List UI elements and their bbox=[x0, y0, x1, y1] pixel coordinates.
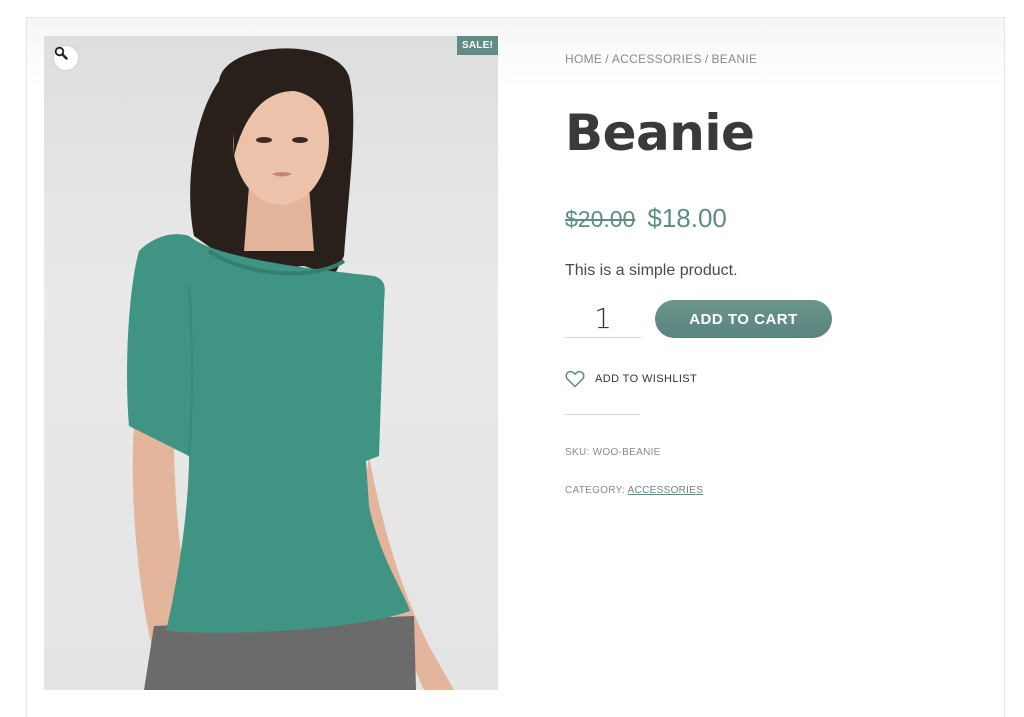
add-to-cart-button[interactable]: ADD TO CART bbox=[655, 300, 832, 338]
sku-value: WOO-BEANIE bbox=[592, 447, 661, 458]
price-sale: $18.00 bbox=[647, 203, 727, 233]
wishlist-label: ADD TO WISHLIST bbox=[595, 373, 698, 385]
product-summary: HOME / ACCESSORIES / BEANIE Beanie $20.00 $1… bbox=[565, 52, 965, 496]
sku-label: SKU: bbox=[565, 447, 590, 458]
price: $20.00 $18.00 bbox=[565, 203, 965, 234]
breadcrumb: HOME / ACCESSORIES / BEANIE bbox=[565, 52, 965, 66]
quantity-input[interactable] bbox=[565, 300, 641, 338]
breadcrumb-separator: / bbox=[605, 52, 609, 66]
add-to-cart-form: ADD TO CART bbox=[565, 300, 965, 338]
price-original: $20.00 bbox=[565, 206, 636, 232]
product-image[interactable]: SALE! bbox=[44, 36, 498, 690]
breadcrumb-separator: / bbox=[704, 52, 709, 66]
product-title: Beanie bbox=[565, 104, 755, 162]
category: CATEGORY: ACCESSORIES bbox=[565, 485, 965, 496]
sale-badge: SALE! bbox=[457, 36, 498, 55]
model-photo bbox=[127, 48, 454, 690]
zoom-button[interactable] bbox=[54, 46, 78, 70]
sku: SKU: WOO-BEANIE bbox=[565, 447, 965, 458]
add-to-wishlist-link[interactable]: ADD TO WISHLIST bbox=[565, 370, 965, 388]
short-description: This is a simple product. bbox=[565, 262, 738, 279]
category-link[interactable]: ACCESSORIES bbox=[628, 485, 704, 496]
breadcrumb-home[interactable]: HOME bbox=[565, 52, 602, 66]
divider bbox=[565, 414, 640, 415]
breadcrumb-current: BEANIE bbox=[711, 52, 758, 66]
category-label: CATEGORY: bbox=[565, 485, 626, 496]
heart-outline-icon bbox=[565, 370, 585, 388]
breadcrumb-accessories[interactable]: ACCESSORIES bbox=[612, 52, 702, 66]
magnifier-icon bbox=[54, 46, 68, 60]
